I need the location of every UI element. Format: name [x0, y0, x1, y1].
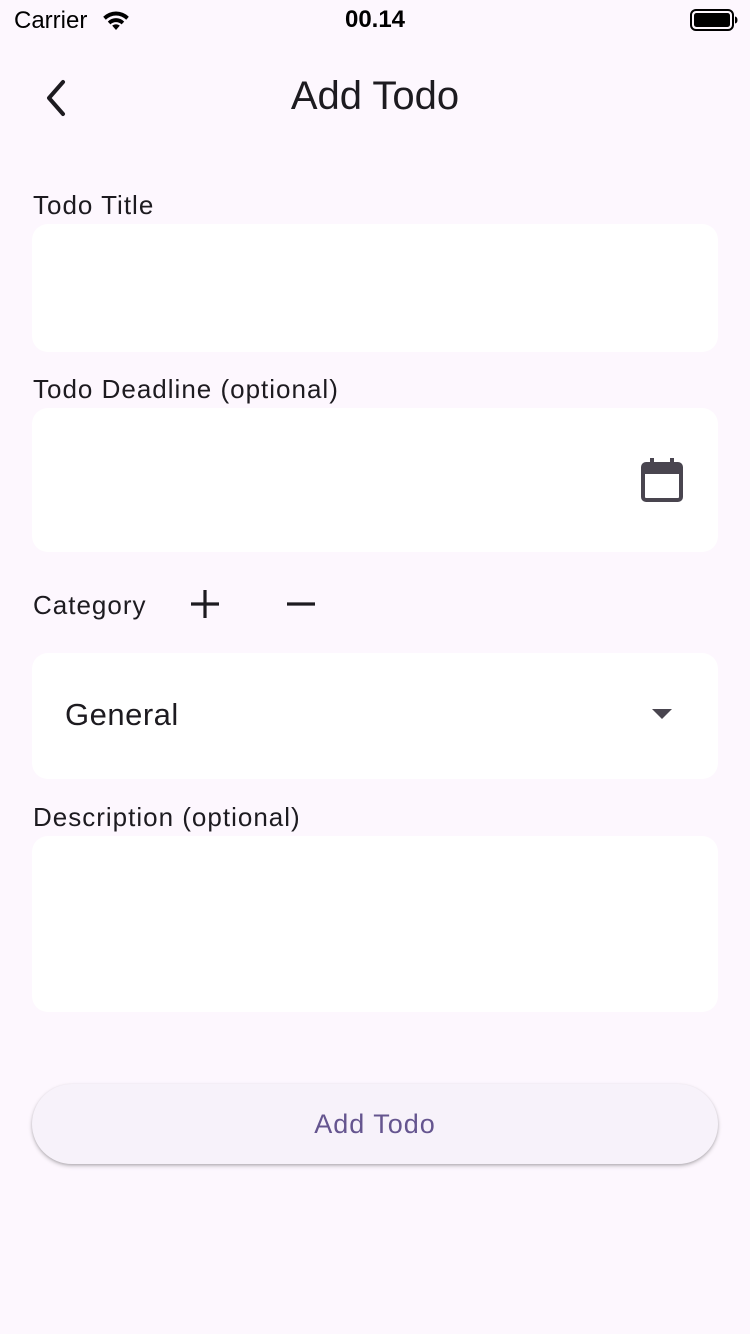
calendar-icon[interactable]	[640, 458, 684, 504]
category-selected-value: General	[65, 697, 179, 732]
title-label: Todo Title	[33, 190, 155, 220]
description-input[interactable]	[32, 836, 718, 1012]
status-bar: Carrier 00.14	[0, 0, 750, 40]
add-category-button[interactable]	[181, 580, 229, 628]
dropdown-arrow-icon	[652, 709, 672, 719]
page-title: Add Todo	[290, 74, 460, 118]
deadline-label: Todo Deadline (optional)	[33, 374, 339, 404]
category-dropdown[interactable]: General	[32, 653, 718, 779]
battery-full-icon	[690, 9, 738, 31]
add-todo-button[interactable]: Add Todo	[32, 1084, 718, 1164]
deadline-input[interactable]	[32, 408, 718, 552]
remove-category-button[interactable]	[277, 580, 325, 628]
plus-icon	[191, 590, 219, 618]
category-label: Category	[33, 590, 147, 620]
minus-icon	[287, 602, 315, 606]
description-label: Description (optional)	[33, 802, 301, 832]
app-bar: Add Todo	[0, 50, 750, 146]
title-input[interactable]	[32, 224, 718, 352]
status-time: 00.14	[344, 6, 406, 33]
